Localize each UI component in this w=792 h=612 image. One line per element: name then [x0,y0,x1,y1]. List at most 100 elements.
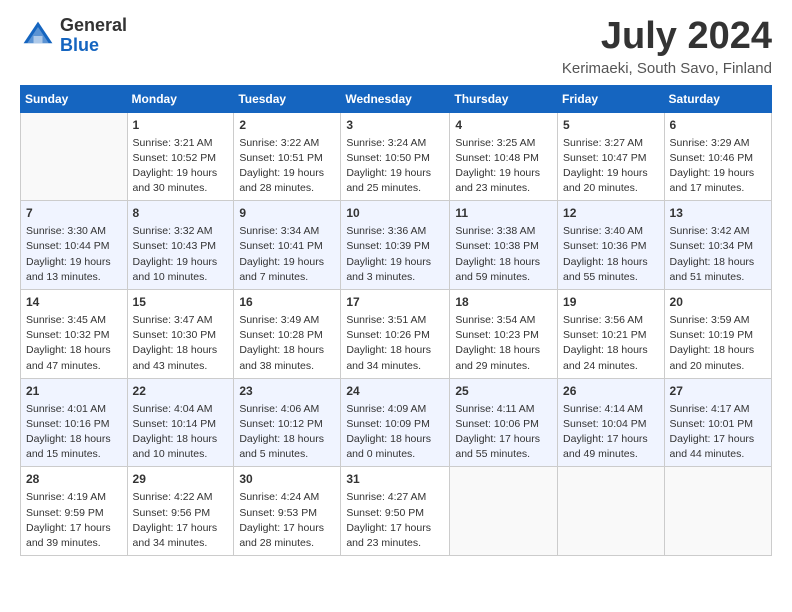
calendar-cell: 16 Sunrise: 3:49 AMSunset: 10:28 PMDaylig… [234,290,341,379]
day-number: 1 [133,117,229,134]
day-info: Sunrise: 4:24 AMSunset: 9:53 PMDaylight:… [239,490,335,551]
calendar-cell: 23 Sunrise: 4:06 AMSunset: 10:12 PMDaylig… [234,378,341,467]
day-info: Sunrise: 3:30 AMSunset: 10:44 PMDaylight… [26,224,122,285]
logo-blue: Blue [60,35,99,55]
day-number: 2 [239,117,335,134]
day-info: Sunrise: 3:40 AMSunset: 10:36 PMDaylight… [563,224,659,285]
day-number: 11 [455,205,552,222]
title-section: July 2024 Kerimaeki, South Savo, Finland [562,16,772,77]
day-info: Sunrise: 4:17 AMSunset: 10:01 PMDaylight… [670,402,766,463]
day-number: 12 [563,205,659,222]
calendar-cell: 30 Sunrise: 4:24 AMSunset: 9:53 PMDayligh… [234,467,341,556]
day-info: Sunrise: 4:09 AMSunset: 10:09 PMDaylight… [346,402,444,463]
day-number: 28 [26,471,122,488]
calendar-week-row: 1 Sunrise: 3:21 AMSunset: 10:52 PMDayligh… [21,112,772,201]
day-number: 8 [133,205,229,222]
calendar-week-row: 7 Sunrise: 3:30 AMSunset: 10:44 PMDayligh… [21,201,772,290]
day-info: Sunrise: 3:27 AMSunset: 10:47 PMDaylight… [563,136,659,197]
day-number: 24 [346,383,444,400]
day-info: Sunrise: 3:47 AMSunset: 10:30 PMDaylight… [133,313,229,374]
day-info: Sunrise: 3:49 AMSunset: 10:28 PMDaylight… [239,313,335,374]
day-number: 25 [455,383,552,400]
day-number: 23 [239,383,335,400]
day-number: 15 [133,294,229,311]
calendar-cell: 31 Sunrise: 4:27 AMSunset: 9:50 PMDayligh… [341,467,450,556]
calendar-cell: 2 Sunrise: 3:22 AMSunset: 10:51 PMDayligh… [234,112,341,201]
day-number: 21 [26,383,122,400]
day-number: 26 [563,383,659,400]
calendar-cell: 8Sunrise: 3:32 AMSunset: 10:43 PMDayligh… [127,201,234,290]
calendar-cell: 10Sunrise: 3:36 AMSunset: 10:39 PMDaylig… [341,201,450,290]
page: General Blue July 2024 Kerimaeki, South … [0,0,792,566]
calendar-week-row: 21Sunrise: 4:01 AMSunset: 10:16 PMDaylig… [21,378,772,467]
calendar-cell: 1 Sunrise: 3:21 AMSunset: 10:52 PMDayligh… [127,112,234,201]
day-number: 18 [455,294,552,311]
day-info: Sunrise: 4:06 AMSunset: 10:12 PMDaylight… [239,402,335,463]
day-info: Sunrise: 3:38 AMSunset: 10:38 PMDaylight… [455,224,552,285]
calendar-cell: 3Sunrise: 3:24 AMSunset: 10:50 PMDayligh… [341,112,450,201]
calendar-cell: 13 Sunrise: 3:42 AMSunset: 10:34 PMDaylig… [664,201,771,290]
day-info: Sunrise: 3:29 AMSunset: 10:46 PMDaylight… [670,136,766,197]
day-info: Sunrise: 3:51 AMSunset: 10:26 PMDaylight… [346,313,444,374]
logo-general: General [60,15,127,35]
calendar-week-row: 28Sunrise: 4:19 AMSunset: 9:59 PMDayligh… [21,467,772,556]
day-number: 20 [670,294,766,311]
month-title: July 2024 [562,16,772,58]
day-number: 5 [563,117,659,134]
day-info: Sunrise: 4:22 AMSunset: 9:56 PMDaylight:… [133,490,229,551]
day-info: Sunrise: 4:11 AMSunset: 10:06 PMDaylight… [455,402,552,463]
day-number: 31 [346,471,444,488]
calendar-cell: 5 Sunrise: 3:27 AMSunset: 10:47 PMDayligh… [558,112,665,201]
day-number: 22 [133,383,229,400]
day-number: 19 [563,294,659,311]
calendar-cell: 29 Sunrise: 4:22 AMSunset: 9:56 PMDayligh… [127,467,234,556]
calendar-cell: 28Sunrise: 4:19 AMSunset: 9:59 PMDayligh… [21,467,128,556]
day-info: Sunrise: 3:22 AMSunset: 10:51 PMDaylight… [239,136,335,197]
calendar-cell [21,112,128,201]
weekday-header-row: SundayMondayTuesdayWednesdayThursdayFrid… [21,85,772,112]
calendar-cell: 18 Sunrise: 3:54 AMSunset: 10:23 PMDaylig… [450,290,558,379]
calendar-cell: 11 Sunrise: 3:38 AMSunset: 10:38 PMDaylig… [450,201,558,290]
day-info: Sunrise: 3:42 AMSunset: 10:34 PMDaylight… [670,224,766,285]
calendar-cell [450,467,558,556]
logo-text: General Blue [60,16,127,56]
day-number: 6 [670,117,766,134]
weekday-header-monday: Monday [127,85,234,112]
weekday-header-saturday: Saturday [664,85,771,112]
calendar-cell: 6 Sunrise: 3:29 AMSunset: 10:46 PMDayligh… [664,112,771,201]
calendar-cell: 22 Sunrise: 4:04 AMSunset: 10:14 PMDaylig… [127,378,234,467]
day-number: 30 [239,471,335,488]
day-info: Sunrise: 3:36 AMSunset: 10:39 PMDaylight… [346,224,444,285]
location: Kerimaeki, South Savo, Finland [562,60,772,77]
logo: General Blue [20,16,127,56]
calendar-cell: 24 Sunrise: 4:09 AMSunset: 10:09 PMDaylig… [341,378,450,467]
day-info: Sunrise: 3:56 AMSunset: 10:21 PMDaylight… [563,313,659,374]
day-info: Sunrise: 3:59 AMSunset: 10:19 PMDaylight… [670,313,766,374]
day-info: Sunrise: 3:24 AMSunset: 10:50 PMDaylight… [346,136,444,197]
header: General Blue July 2024 Kerimaeki, South … [20,16,772,77]
calendar-table: SundayMondayTuesdayWednesdayThursdayFrid… [20,85,772,556]
calendar-cell: 14Sunrise: 3:45 AMSunset: 10:32 PMDaylig… [21,290,128,379]
calendar-cell: 17 Sunrise: 3:51 AMSunset: 10:26 PMDaylig… [341,290,450,379]
day-number: 16 [239,294,335,311]
weekday-header-friday: Friday [558,85,665,112]
calendar-cell [558,467,665,556]
calendar-cell: 12 Sunrise: 3:40 AMSunset: 10:36 PMDaylig… [558,201,665,290]
calendar-cell: 26Sunrise: 4:14 AMSunset: 10:04 PMDaylig… [558,378,665,467]
day-number: 17 [346,294,444,311]
day-info: Sunrise: 3:54 AMSunset: 10:23 PMDaylight… [455,313,552,374]
calendar-cell: 19 Sunrise: 3:56 AMSunset: 10:21 PMDaylig… [558,290,665,379]
day-number: 13 [670,205,766,222]
weekday-header-wednesday: Wednesday [341,85,450,112]
day-number: 27 [670,383,766,400]
day-number: 7 [26,205,122,222]
day-info: Sunrise: 3:45 AMSunset: 10:32 PMDaylight… [26,313,122,374]
day-info: Sunrise: 3:21 AMSunset: 10:52 PMDaylight… [133,136,229,197]
day-info: Sunrise: 4:27 AMSunset: 9:50 PMDaylight:… [346,490,444,551]
calendar-cell: 27 Sunrise: 4:17 AMSunset: 10:01 PMDaylig… [664,378,771,467]
day-number: 29 [133,471,229,488]
calendar-cell: 20 Sunrise: 3:59 AMSunset: 10:19 PMDaylig… [664,290,771,379]
weekday-header-thursday: Thursday [450,85,558,112]
logo-icon [20,18,56,54]
day-info: Sunrise: 4:04 AMSunset: 10:14 PMDaylight… [133,402,229,463]
